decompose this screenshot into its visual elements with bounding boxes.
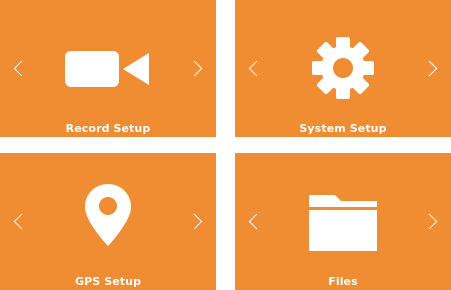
chevron-right-icon[interactable] xyxy=(186,60,203,76)
files-label: Files xyxy=(328,275,358,288)
folder-icon xyxy=(309,194,377,251)
record-setup-screen[interactable]: Record Setup xyxy=(0,0,216,137)
chevron-left-icon[interactable] xyxy=(248,60,265,76)
system-setup-label: System Setup xyxy=(299,122,387,135)
chevron-right-icon[interactable] xyxy=(421,60,438,76)
gear-icon xyxy=(310,35,376,101)
chevron-left-icon[interactable] xyxy=(248,213,265,229)
chevron-right-icon[interactable] xyxy=(421,213,438,229)
gps-setup-label: GPS Setup xyxy=(74,275,142,288)
map-pin-icon xyxy=(85,183,131,246)
gps-setup-screen[interactable]: GPS Setup xyxy=(0,153,216,290)
video-camera-icon xyxy=(65,49,151,89)
record-setup-label: Record Setup xyxy=(65,122,151,135)
chevron-right-icon[interactable] xyxy=(186,213,203,229)
chevron-left-icon[interactable] xyxy=(13,213,30,229)
system-setup-screen[interactable]: System Setup xyxy=(235,0,451,137)
chevron-left-icon[interactable] xyxy=(13,60,30,76)
files-screen[interactable]: Files xyxy=(235,153,451,290)
